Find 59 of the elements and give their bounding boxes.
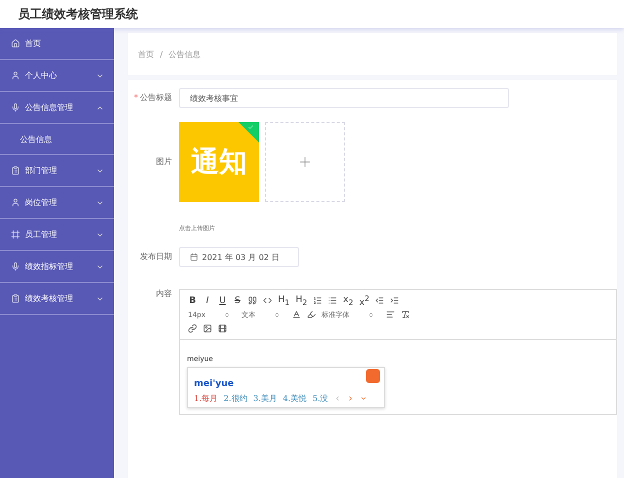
link-icon xyxy=(188,324,197,333)
ime-candidate[interactable]: 1.每月 xyxy=(194,393,218,404)
clipboard-icon xyxy=(11,294,20,303)
ime-composition: mei'yue xyxy=(194,379,234,389)
font-color-icon xyxy=(292,310,300,319)
toolbar-button[interactable]: x$^{2}$ xyxy=(359,294,370,308)
frame-icon xyxy=(11,230,20,239)
next-page-icon[interactable] xyxy=(347,395,354,402)
sidebar-subitem[interactable]: 公告信息 xyxy=(0,124,114,155)
ime-candidate[interactable]: 4.美悦 xyxy=(282,393,307,404)
field-label: 图片 xyxy=(156,156,172,168)
sidebar-item[interactable]: 岗位管理 xyxy=(0,187,114,219)
field-label: 内容 xyxy=(156,289,172,299)
toolbar-button[interactable]: U xyxy=(218,296,227,306)
film-icon xyxy=(218,324,227,333)
code-icon xyxy=(263,296,272,305)
ordered-list-icon xyxy=(313,296,322,305)
date-input[interactable]: 2021 年 03 月 02 日 xyxy=(179,247,299,267)
previous-page-icon[interactable] xyxy=(334,395,342,402)
sidebar-item[interactable]: 绩效考核管理 xyxy=(0,283,114,315)
outdent-icon xyxy=(375,296,384,305)
plus-icon xyxy=(297,154,313,170)
indent-icon xyxy=(390,296,400,305)
user-icon xyxy=(11,71,20,80)
ime-candidate[interactable]: 2.很约 xyxy=(224,393,248,404)
clipboard-icon xyxy=(11,166,20,175)
microphone-icon xyxy=(11,103,20,112)
expand-icon[interactable] xyxy=(360,395,368,402)
breadcrumb-separator: / xyxy=(160,50,163,58)
sidebar-item[interactable]: 部门管理 xyxy=(0,155,114,187)
app-title: 员工绩效考核管理系统 xyxy=(18,6,138,22)
toolbar-button[interactable]: S xyxy=(233,296,242,306)
toolbar-button[interactable]: x$_{2}$ xyxy=(343,294,354,306)
sidebar-item[interactable]: 公告信息管理 xyxy=(0,92,114,124)
user-icon xyxy=(11,198,20,207)
toolbar-button[interactable]: I xyxy=(203,296,212,306)
ime-candidate[interactable]: 3.美月 xyxy=(253,393,277,404)
title-input[interactable]: 绩效考核事宜 xyxy=(179,88,509,108)
toolbar-button[interactable]: H$_{2}$ xyxy=(296,294,308,306)
thumbnail-text: 通知 xyxy=(191,144,247,180)
clear-format-icon xyxy=(400,310,410,319)
bullet-list-icon xyxy=(328,296,338,305)
sidebar-item[interactable]: 员工管理 xyxy=(0,219,114,251)
sidebar-item[interactable]: 首页 xyxy=(0,28,114,60)
sidebar-item[interactable]: 个人中心 xyxy=(0,60,114,92)
ime-candidate[interactable]: 5.没 xyxy=(312,393,328,404)
image-icon xyxy=(203,324,212,333)
required-mark: * xyxy=(134,92,138,104)
highlighter-icon xyxy=(306,310,316,319)
quote-icon xyxy=(248,296,257,305)
calendar-icon xyxy=(190,253,198,261)
field-label: 发布日期 xyxy=(140,251,172,263)
sidebar-item[interactable]: 绩效指标管理 xyxy=(0,251,114,283)
toolbar-button[interactable]: H$_{1}$ xyxy=(278,294,290,306)
toolbar-button[interactable]: B xyxy=(188,296,197,306)
field-label: 公告标题 xyxy=(140,92,172,104)
align-left-icon xyxy=(386,310,394,319)
microphone-icon xyxy=(11,262,20,271)
home-icon xyxy=(11,39,20,48)
